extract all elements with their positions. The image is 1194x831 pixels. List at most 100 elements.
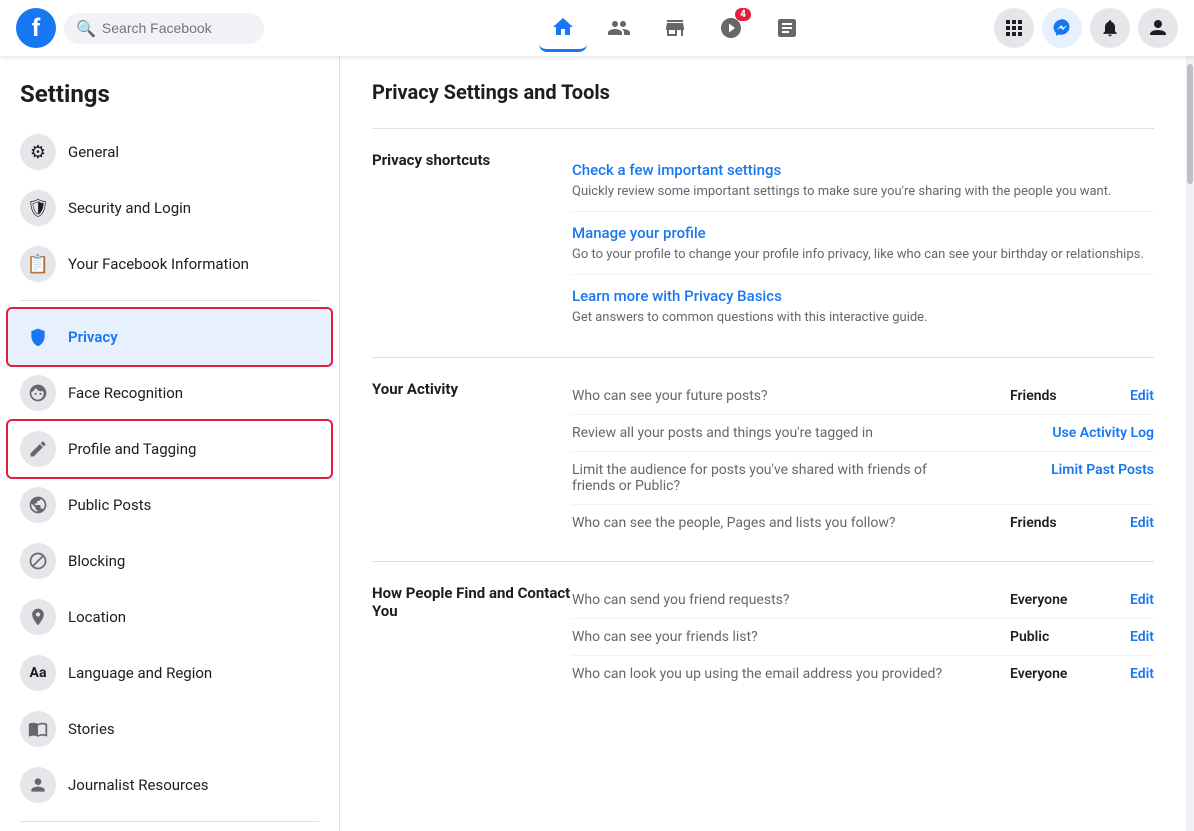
find-edit-link-0[interactable]: Edit xyxy=(1130,592,1154,608)
activity-edit-link-0[interactable]: Edit xyxy=(1130,388,1154,404)
activity-desc-text-2: Limit the audience for posts you've shar… xyxy=(572,462,927,494)
use-activity-log-link[interactable]: Use Activity Log xyxy=(1052,425,1154,441)
activity-action-1: Use Activity Log xyxy=(1052,425,1154,441)
general-icon: ⚙ xyxy=(20,134,56,170)
shortcut-item-1: Manage your profile Go to your profile t… xyxy=(572,212,1154,275)
shortcut-item-2: Learn more with Privacy Basics Get answe… xyxy=(572,275,1154,337)
nav-left: f 🔍 xyxy=(16,8,356,48)
sidebar-item-public-posts[interactable]: Public Posts xyxy=(8,477,331,533)
sidebar-label-security: Security and Login xyxy=(68,199,191,217)
shortcut-desc-1: Go to your profile to change your profil… xyxy=(572,247,1144,262)
stories-icon xyxy=(20,711,56,747)
find-edit-link-2[interactable]: Edit xyxy=(1130,666,1154,682)
activity-desc-text-1: Review all your posts and things you're … xyxy=(572,425,873,441)
search-input[interactable] xyxy=(102,20,252,36)
sidebar-item-security[interactable]: 🛡 Security and Login xyxy=(8,180,331,236)
messenger-nav-button[interactable] xyxy=(1042,8,1082,48)
marketplace-nav-button[interactable] xyxy=(651,4,699,52)
your-activity-label: Your Activity xyxy=(372,378,572,541)
facebook-logo[interactable]: f xyxy=(16,8,56,48)
home-nav-button[interactable] xyxy=(539,4,587,52)
activity-desc-1: Review all your posts and things you're … xyxy=(572,425,932,441)
public-posts-icon xyxy=(20,487,56,523)
shortcut-desc-2: Get answers to common questions with thi… xyxy=(572,310,928,325)
find-desc-1: Who can see your friends list? xyxy=(572,629,1010,645)
groups-nav-button[interactable]: 4 xyxy=(707,4,755,52)
shortcut-link-1[interactable]: Manage your profile xyxy=(572,224,1154,242)
profile-tagging-icon xyxy=(20,431,56,467)
how-people-find-section: How People Find and Contact You Who can … xyxy=(372,562,1154,712)
activity-row-2: Limit the audience for posts you've shar… xyxy=(572,452,1154,505)
friends-nav-button[interactable] xyxy=(595,4,643,52)
find-desc-text-1: Who can see your friends list? xyxy=(572,629,758,645)
location-icon xyxy=(20,599,56,635)
sidebar-item-face-recognition[interactable]: Face Recognition xyxy=(8,365,331,421)
sidebar-item-privacy[interactable]: Privacy xyxy=(8,309,331,365)
search-box[interactable]: 🔍 xyxy=(64,13,264,44)
find-row-1: Who can see your friends list? Public Ed… xyxy=(572,619,1154,656)
sidebar-item-journalist[interactable]: Journalist Resources xyxy=(8,757,331,813)
find-desc-0: Who can send you friend requests? xyxy=(572,592,1010,608)
activity-action-3: Edit xyxy=(1130,515,1154,531)
activity-desc-2: Limit the audience for posts you've shar… xyxy=(572,462,931,494)
sidebar-label-profile-tagging: Profile and Tagging xyxy=(68,440,196,458)
sidebar-label-public-posts: Public Posts xyxy=(68,496,151,514)
find-row-0: Who can send you friend requests? Everyo… xyxy=(572,582,1154,619)
find-desc-text-2: Who can look you up using the email addr… xyxy=(572,666,942,682)
sidebar-label-stories: Stories xyxy=(68,720,115,738)
sidebar-item-facebook-info[interactable]: 📋 Your Facebook Information xyxy=(8,236,331,292)
nav-center: 4 xyxy=(356,4,994,52)
sidebar-item-profile-tagging[interactable]: Profile and Tagging xyxy=(8,421,331,477)
how-people-find-content: Who can send you friend requests? Everyo… xyxy=(572,582,1154,692)
how-people-find-label: How People Find and Contact You xyxy=(372,582,572,692)
activity-edit-link-3[interactable]: Edit xyxy=(1130,515,1154,531)
nav-right xyxy=(994,8,1178,48)
language-icon: Aa xyxy=(20,655,56,691)
scrollbar-thumb[interactable] xyxy=(1187,64,1193,184)
activity-action-2: Limit Past Posts xyxy=(1051,462,1154,478)
watch-nav-button[interactable] xyxy=(763,4,811,52)
find-value-0: Everyone xyxy=(1010,592,1130,608)
activity-row-1: Review all your posts and things you're … xyxy=(572,415,1154,452)
activity-desc-3: Who can see the people, Pages and lists … xyxy=(572,515,1010,531)
page-title: Privacy Settings and Tools xyxy=(372,80,1154,104)
main-content: Privacy Settings and Tools Privacy short… xyxy=(340,56,1186,831)
find-value-1: Public xyxy=(1010,629,1130,645)
find-action-2: Edit xyxy=(1130,666,1154,682)
sidebar-label-journalist: Journalist Resources xyxy=(68,776,209,794)
sidebar-item-stories[interactable]: Stories xyxy=(8,701,331,757)
sidebar-item-blocking[interactable]: Blocking xyxy=(8,533,331,589)
sidebar-item-general[interactable]: ⚙ General xyxy=(8,124,331,180)
activity-row-3: Who can see the people, Pages and lists … xyxy=(572,505,1154,541)
sidebar-label-language: Language and Region xyxy=(68,664,212,682)
journalist-icon xyxy=(20,767,56,803)
sidebar-label-location: Location xyxy=(68,608,126,626)
privacy-icon xyxy=(20,319,56,355)
privacy-shortcuts-section: Privacy shortcuts Check a few important … xyxy=(372,129,1154,357)
shortcut-desc-0: Quickly review some important settings t… xyxy=(572,184,1111,199)
sidebar-label-face-recognition: Face Recognition xyxy=(68,384,183,402)
sidebar-divider-1 xyxy=(20,300,319,301)
search-icon: 🔍 xyxy=(76,19,96,38)
sidebar-item-location[interactable]: Location xyxy=(8,589,331,645)
sidebar-label-general: General xyxy=(68,143,119,161)
sidebar-divider-2 xyxy=(20,821,319,822)
sidebar-label-facebook-info: Your Facebook Information xyxy=(68,255,249,273)
activity-desc-text-3: Who can see the people, Pages and lists … xyxy=(572,515,896,531)
find-desc-text-0: Who can send you friend requests? xyxy=(572,592,790,608)
account-nav-button[interactable] xyxy=(1138,8,1178,48)
limit-past-posts-link[interactable]: Limit Past Posts xyxy=(1051,462,1154,478)
main-layout: Settings ⚙ General 🛡 Security and Login … xyxy=(0,56,1194,831)
sidebar-item-language[interactable]: Aa Language and Region xyxy=(8,645,331,701)
find-action-0: Edit xyxy=(1130,592,1154,608)
find-edit-link-1[interactable]: Edit xyxy=(1130,629,1154,645)
shortcut-link-2[interactable]: Learn more with Privacy Basics xyxy=(572,287,1154,305)
activity-value-3: Friends xyxy=(1010,515,1130,531)
scrollbar-track[interactable] xyxy=(1186,56,1194,831)
top-navigation: f 🔍 4 xyxy=(0,0,1194,56)
activity-action-0: Edit xyxy=(1130,388,1154,404)
grid-nav-button[interactable] xyxy=(994,8,1034,48)
notifications-nav-button[interactable] xyxy=(1090,8,1130,48)
your-activity-section: Your Activity Who can see your future po… xyxy=(372,358,1154,561)
shortcut-link-0[interactable]: Check a few important settings xyxy=(572,161,1154,179)
